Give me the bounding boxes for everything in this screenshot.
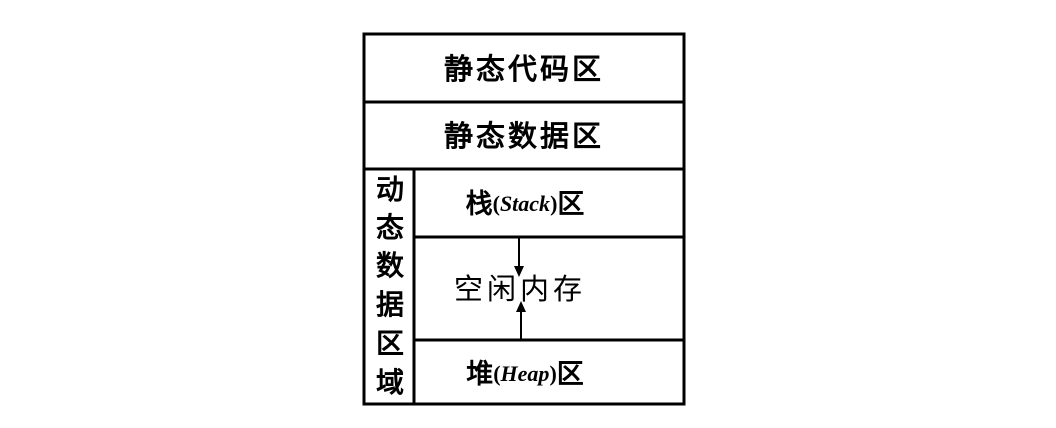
heap-latin: Heap [500,361,550,386]
stack-latin: Stack [499,191,551,216]
stack-suffix: 区 [557,188,585,220]
dynamic-region-char: 区 [375,327,404,360]
dynamic-region-char: 态 [375,211,404,244]
dynamic-region-char: 据 [375,288,404,321]
stack-area-label: 栈(Stack) 区 [440,171,610,237]
stack-close-paren: ) [550,191,558,216]
stack-open-paren: ( [492,191,500,216]
heap-open-paren: ( [493,361,501,386]
heap-suffix: 区 [556,358,584,390]
dynamic-region-char: 动 [375,173,404,206]
static-code-area-label: 静态代码区 [443,51,604,86]
stack-char: 栈 [465,188,493,220]
dynamic-region-char: 数 [375,249,404,282]
dynamic-region-char: 域 [375,366,404,399]
heap-area-label: 堆 (Heap) 区 [430,344,620,404]
free-memory-label: 空闲内存 [453,271,586,306]
heap-char: 堆 [466,358,494,390]
heap-close-paren: ) [549,361,557,386]
static-data-area-label: 静态数据区 [443,119,604,153]
